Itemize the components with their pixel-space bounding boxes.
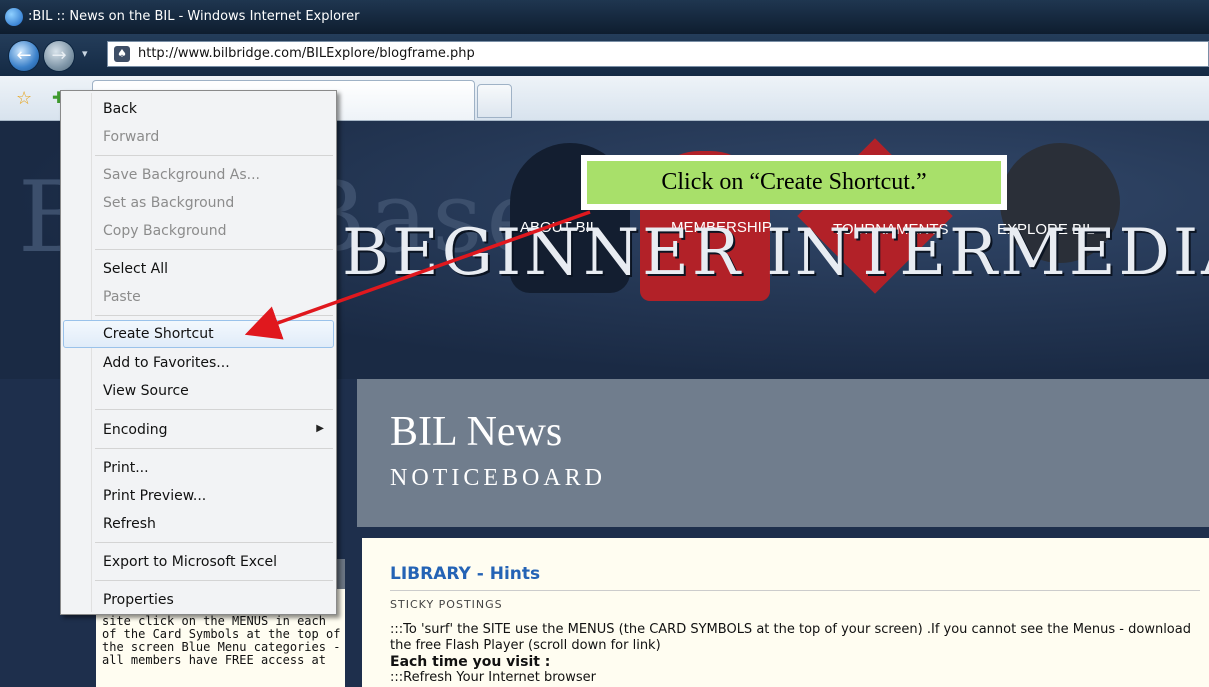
- pointer-arrow-icon: [244, 210, 591, 340]
- arrow-line: [244, 210, 591, 340]
